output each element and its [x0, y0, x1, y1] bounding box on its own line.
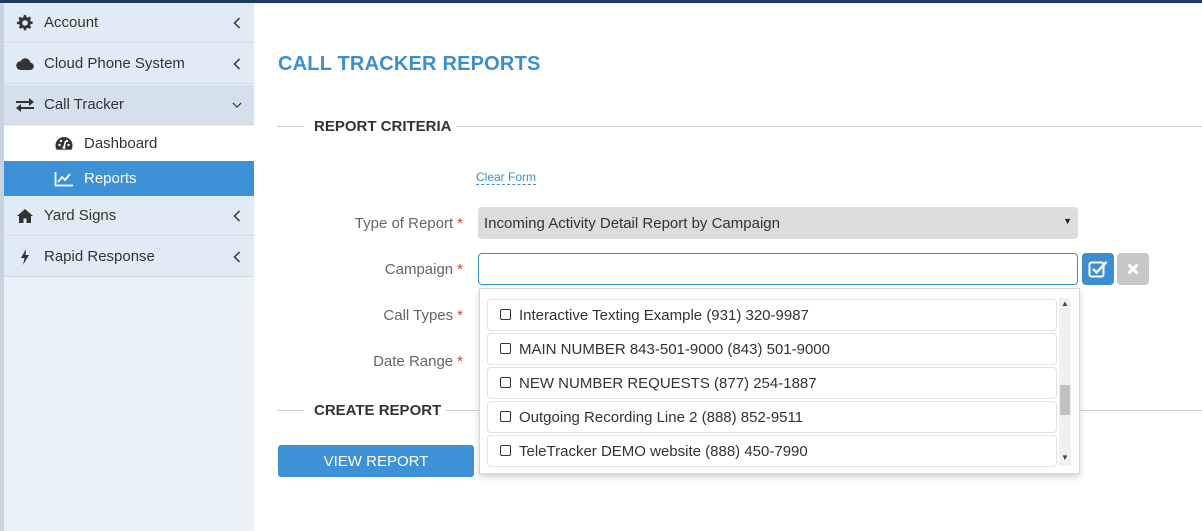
caret-down-icon: ▼ — [1063, 216, 1072, 226]
chevron-left-icon — [232, 57, 242, 71]
create-report-heading: CREATE REPORT — [314, 402, 442, 419]
chevron-left-icon — [232, 209, 242, 223]
sidebar-subitem-label: Dashboard — [84, 135, 158, 152]
date-range-label: Date Range * — [277, 353, 463, 370]
sidebar-item-label: Cloud Phone System — [44, 55, 185, 72]
chevron-left-icon — [232, 16, 242, 30]
report-criteria-heading: REPORT CRITERIA — [314, 118, 452, 135]
select-all-button[interactable] — [1082, 253, 1114, 285]
sidebar-item-label: Yard Signs — [44, 207, 117, 224]
bolt-icon — [16, 248, 34, 266]
sidebar-item-label: Account — [44, 14, 99, 31]
label-text: Call Types — [383, 307, 454, 324]
campaign-option[interactable]: TeleTracker DEMO website (888) 450-7990 — [487, 435, 1057, 467]
scrollbar[interactable] — [1059, 298, 1071, 466]
chevron-left-icon — [232, 250, 242, 264]
campaign-dropdown: Interactive Texting Example (931) 320-99… — [479, 288, 1080, 474]
campaign-option[interactable]: MAIN NUMBER 843-501-9000 (843) 501-9000 — [487, 333, 1057, 365]
sidebar-item-account[interactable]: Account — [4, 3, 254, 43]
sidebar-subitem-dashboard[interactable]: Dashboard — [4, 126, 254, 161]
view-report-button[interactable]: VIEW REPORT — [278, 445, 474, 477]
campaign-input[interactable] — [478, 253, 1078, 285]
option-label: MAIN NUMBER 843-501-9000 (843) 501-9000 — [519, 340, 830, 358]
scroll-down-arrow-icon[interactable]: ▼ — [1059, 451, 1071, 463]
sidebar-item-label: Rapid Response — [44, 248, 155, 265]
sidebar-subitem-label: Reports — [84, 170, 137, 187]
label-text: Date Range — [373, 353, 454, 370]
check-square-icon — [1088, 261, 1108, 278]
required-marker: * — [457, 215, 463, 232]
campaign-label: Campaign * — [277, 261, 463, 278]
cloud-icon — [16, 55, 34, 73]
campaign-option[interactable]: Outgoing Recording Line 2 (888) 852-9511 — [487, 401, 1057, 433]
home-icon — [16, 207, 34, 225]
clear-form-link[interactable]: Clear Form — [476, 170, 537, 185]
sidebar-item-yard-signs[interactable]: Yard Signs — [4, 196, 254, 236]
scrollbar-thumb[interactable] — [1060, 385, 1070, 415]
option-label: NEW NUMBER REQUESTS (877) 254-1887 — [519, 374, 817, 392]
type-of-report-select[interactable]: Incoming Activity Detail Report by Campa… — [478, 207, 1078, 239]
gear-icon — [16, 14, 34, 32]
scroll-up-arrow-icon[interactable]: ▲ — [1059, 297, 1071, 309]
call-types-label: Call Types * — [277, 307, 463, 324]
option-label: TeleTracker DEMO website (888) 450-7990 — [519, 442, 808, 460]
required-marker: * — [457, 307, 463, 324]
sidebar-item-call-tracker[interactable]: Call Tracker — [4, 85, 254, 125]
divider — [277, 126, 304, 127]
option-label: Interactive Texting Example (931) 320-99… — [519, 306, 809, 324]
checkbox[interactable] — [500, 377, 511, 388]
sidebar-item-rapid-response[interactable]: Rapid Response — [4, 237, 254, 277]
exchange-arrows-icon — [16, 96, 34, 114]
sidebar-subitem-reports[interactable]: Reports — [4, 161, 254, 196]
close-icon — [1127, 263, 1139, 275]
checkbox[interactable] — [500, 445, 511, 456]
divider — [456, 126, 1202, 127]
label-text: Campaign — [384, 261, 454, 278]
campaign-option[interactable]: NEW NUMBER REQUESTS (877) 254-1887 — [487, 367, 1057, 399]
line-chart-icon — [54, 170, 74, 188]
chevron-down-icon — [232, 98, 242, 112]
sidebar-item-cloud-phone-system[interactable]: Cloud Phone System — [4, 44, 254, 84]
checkbox[interactable] — [500, 309, 511, 320]
sidebar-item-label: Call Tracker — [44, 96, 125, 113]
required-marker: * — [457, 353, 463, 370]
checkbox[interactable] — [500, 343, 511, 354]
checkbox[interactable] — [500, 411, 511, 422]
type-of-report-label: Type of Report * — [277, 215, 463, 232]
campaign-option[interactable]: Interactive Texting Example (931) 320-99… — [487, 299, 1057, 331]
selected-value: Incoming Activity Detail Report by Campa… — [484, 214, 780, 232]
divider — [277, 410, 304, 411]
page-title: CALL TRACKER REPORTS — [278, 53, 541, 75]
label-text: Type of Report — [354, 215, 454, 232]
required-marker: * — [457, 261, 463, 278]
clear-selection-button[interactable] — [1117, 253, 1149, 285]
option-label: Outgoing Recording Line 2 (888) 852-9511 — [519, 408, 804, 426]
dashboard-gauge-icon — [54, 135, 74, 153]
